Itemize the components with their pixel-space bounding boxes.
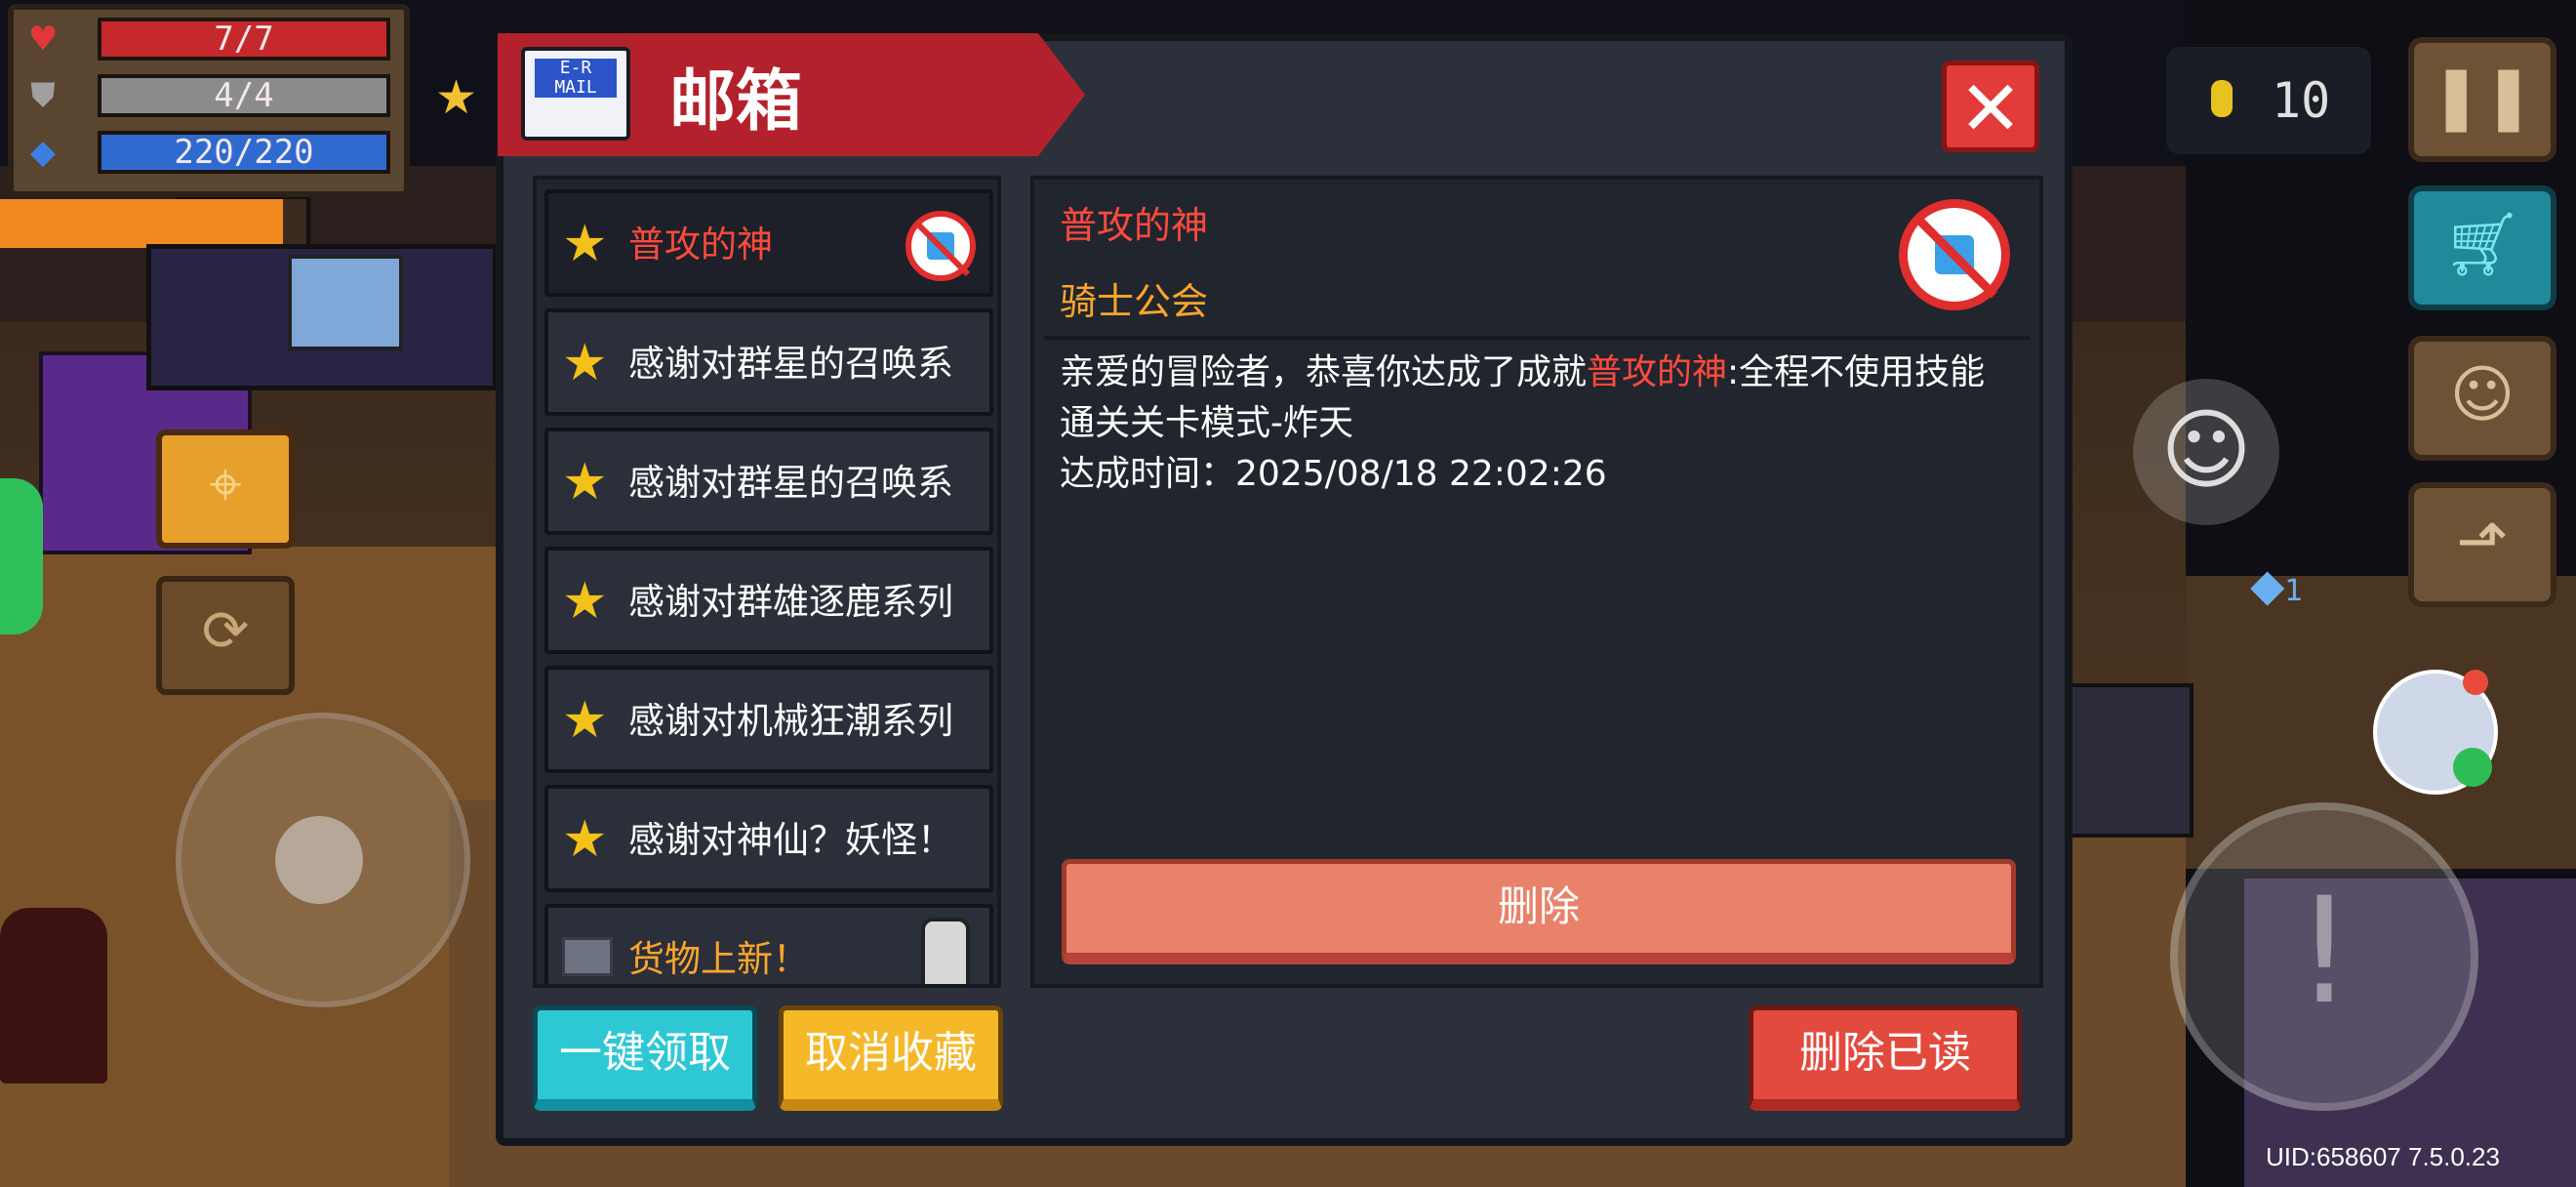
energy-row: ◆ 220/220 xyxy=(23,129,394,178)
coin-count: 10 xyxy=(2272,72,2331,129)
armor-row: ⛊ 4/4 xyxy=(23,72,394,121)
mail-item[interactable]: 货物上新！ xyxy=(544,904,993,984)
profile-card-button[interactable]: ☺ xyxy=(2408,336,2556,461)
mail-item[interactable]: ★ 普攻的神 xyxy=(544,189,993,297)
close-button[interactable]: ✕ xyxy=(1942,61,2039,153)
body-message: 亲爱的冒险者，恭喜你达成了成就普攻的神:全程不使用技能通关关卡模式-炸天 xyxy=(1060,348,2016,449)
delete-mail-button[interactable]: 删除 xyxy=(1062,859,2016,964)
coin-counter xyxy=(2166,47,2371,154)
claim-all-button[interactable]: 一键领取 xyxy=(533,1005,757,1111)
level-value: 1 xyxy=(2284,574,2304,608)
pause-button[interactable]: ❚❚ xyxy=(2408,37,2556,162)
heart-icon: ♥ xyxy=(27,20,59,59)
star-icon: ★ xyxy=(562,810,608,869)
body-highlight: 普攻的神 xyxy=(1587,352,1728,392)
mail-item-label: 感谢对群星的召唤系 xyxy=(628,343,953,385)
mail-item[interactable]: ★ 感谢对群星的召唤系 xyxy=(544,428,993,535)
swap-weapon-button[interactable]: ⟳ xyxy=(156,576,295,695)
mail-icon-label: E-R MAIL xyxy=(535,59,617,98)
star-icon: ★ xyxy=(562,572,608,631)
status-strip xyxy=(0,199,283,248)
no-skill-badge-icon xyxy=(906,211,976,281)
delete-read-button[interactable]: 删除已读 xyxy=(1749,1005,2022,1111)
desk-prop xyxy=(2059,683,2194,838)
buff-star-icon: ★ xyxy=(435,70,478,125)
no-skill-badge-icon xyxy=(1899,199,2010,310)
character-sprite xyxy=(0,908,107,1084)
companion-portrait[interactable] xyxy=(146,244,498,390)
mail-item[interactable]: ★ 感谢对神仙？妖怪！ xyxy=(544,785,993,892)
mail-detail-body: 亲爱的冒险者，恭喜你达成了成就普攻的神:全程不使用技能通关关卡模式-炸天 达成时… xyxy=(1060,348,2016,500)
mail-icon: E-R MAIL xyxy=(521,47,630,141)
player-stats-panel: ♥ 7/7 ⛊ 4/4 ◆ 220/220 xyxy=(8,4,410,197)
level-badge: ◆1 xyxy=(2250,558,2304,611)
stairs-button[interactable]: ⬏ xyxy=(2408,482,2556,607)
energy-bar: 220/220 xyxy=(98,131,390,174)
envelope-icon xyxy=(562,937,613,976)
close-icon: ✕ xyxy=(1958,65,2023,153)
hp-bar: 7/7 xyxy=(98,18,390,61)
energy-value: 220/220 xyxy=(174,133,314,172)
energy-diamond-icon: ◆ xyxy=(29,133,57,172)
emote-button[interactable]: ☺ xyxy=(2133,379,2279,525)
wechat-icon xyxy=(2453,748,2492,787)
star-icon: ★ xyxy=(562,215,608,273)
merchant-cat-icon xyxy=(921,918,970,984)
joystick-knob[interactable] xyxy=(275,816,363,904)
mail-item-label: 感谢对群雄逐鹿系列 xyxy=(628,581,953,623)
notification-dot xyxy=(2463,670,2488,695)
portrait-image xyxy=(288,255,403,350)
time-value: 2025/08/18 22:02:26 xyxy=(1235,454,1607,494)
mail-item-label: 感谢对神仙？妖怪！ xyxy=(628,819,953,861)
armor-bar: 4/4 xyxy=(98,74,390,117)
achievement-time: 达成时间：2025/08/18 22:02:26 xyxy=(1060,449,2016,500)
time-label: 达成时间： xyxy=(1060,454,1236,494)
shield-icon: ⛊ xyxy=(30,76,56,115)
mail-detail-title: 普攻的神 xyxy=(1060,204,1209,247)
location-pin-button[interactable]: ⌖ xyxy=(156,430,295,549)
mail-item-label: 感谢对机械狂潮系列 xyxy=(628,700,953,742)
mailbox-title: 邮箱 xyxy=(669,63,803,141)
mail-detail-sender: 骑士公会 xyxy=(1060,280,1209,323)
coin-icon xyxy=(2211,80,2233,117)
mail-item[interactable]: ★ 感谢对群雄逐鹿系列 xyxy=(544,547,993,654)
hp-value: 7/7 xyxy=(214,20,274,59)
mail-item[interactable]: ★ 感谢对群星的召唤系 xyxy=(544,308,993,416)
armor-value: 4/4 xyxy=(214,76,274,115)
hp-row: ♥ 7/7 xyxy=(23,16,394,64)
mail-item-label: 感谢对群星的召唤系 xyxy=(628,462,953,504)
uid-version-label: UID:658607 7.5.0.23 xyxy=(2266,1142,2500,1171)
star-icon: ★ xyxy=(562,691,608,750)
star-icon: ★ xyxy=(562,334,608,392)
attack-button[interactable]: ! xyxy=(2170,802,2478,1111)
side-tab[interactable] xyxy=(0,478,43,634)
star-icon: ★ xyxy=(562,453,608,512)
mail-list[interactable]: ★ 普攻的神 ★ 感谢对群星的召唤系 ★ 感谢对群星的召唤系 ★ 感谢对群雄逐鹿… xyxy=(533,176,1001,988)
shop-cart-button[interactable]: 🛒︎ xyxy=(2408,185,2556,310)
body-prefix: 亲爱的冒险者，恭喜你达成了成就 xyxy=(1060,352,1588,392)
mail-item[interactable]: ★ 感谢对机械狂潮系列 xyxy=(544,666,993,773)
unfavorite-button[interactable]: 取消收藏 xyxy=(779,1005,1003,1111)
detail-divider xyxy=(1044,336,2030,340)
